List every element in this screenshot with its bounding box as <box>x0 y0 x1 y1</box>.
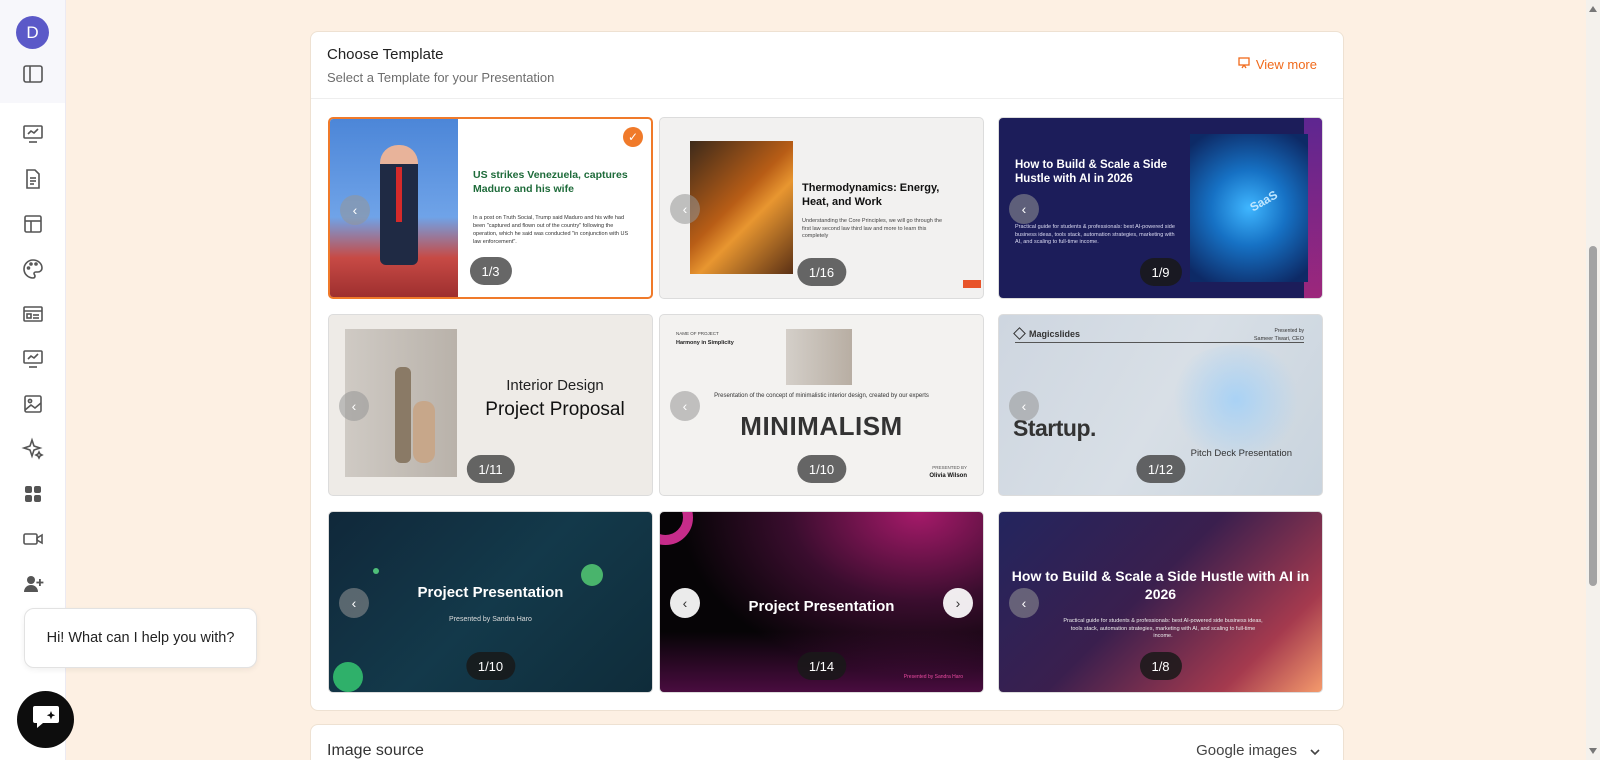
presentation-icon[interactable] <box>21 122 45 146</box>
template-photo <box>786 329 852 385</box>
palette-icon[interactable] <box>21 257 45 281</box>
template-presented-by: Presented by <box>1274 328 1304 334</box>
next-slide-button[interactable]: › <box>943 588 973 618</box>
add-user-icon[interactable] <box>21 572 45 596</box>
template-body: In a post on Truth Social, Trump said Ma… <box>473 215 629 245</box>
previous-slide-button[interactable]: ‹ <box>340 195 370 225</box>
chat-icon <box>31 703 61 736</box>
chart-icon[interactable] <box>21 347 45 371</box>
image-source-card[interactable]: Image source Google images <box>310 724 1344 760</box>
tie-shape <box>396 167 402 222</box>
previous-slide-button[interactable]: ‹ <box>670 588 700 618</box>
slide-counter: 1/16 <box>796 258 847 286</box>
card-subtitle: Select a Template for your Presentation <box>327 70 555 85</box>
image-source-select[interactable]: Google images <box>1196 742 1297 759</box>
page-scrollbar[interactable] <box>1586 0 1600 760</box>
template-tile[interactable]: How to Build & Scale a Side Hustle with … <box>998 117 1323 299</box>
sidebar-top: D <box>0 0 65 103</box>
choose-template-card: Choose Template Select a Template for yo… <box>310 31 1344 711</box>
sparkle-icon[interactable] <box>21 437 45 461</box>
slide-counter: 1/3 <box>469 257 512 285</box>
previous-slide-button[interactable]: ‹ <box>1009 588 1039 618</box>
scroll-down-arrow[interactable] <box>1589 748 1597 754</box>
decor-circle <box>333 662 363 692</box>
chat-launcher-button[interactable] <box>17 691 74 748</box>
template-tile[interactable]: Interior Design Project Proposal ‹ 1/11 <box>328 314 653 496</box>
card-header: Choose Template Select a Template for yo… <box>311 32 1343 99</box>
card-title: Choose Template <box>327 46 444 63</box>
view-more-label: View more <box>1255 57 1317 72</box>
previous-slide-button[interactable]: ‹ <box>339 391 369 421</box>
template-subtitle: Pitch Deck Presentation <box>1190 448 1292 459</box>
previous-slide-button[interactable]: ‹ <box>1009 194 1039 224</box>
template-photo <box>1190 134 1308 282</box>
logo-icon <box>1013 327 1026 340</box>
template-logo: Magicslides <box>1029 329 1081 339</box>
template-title: MINIMALISM <box>740 411 903 441</box>
scroll-thumb[interactable] <box>1589 246 1597 586</box>
slide-counter: 1/10 <box>796 455 847 483</box>
previous-slide-button[interactable]: ‹ <box>670 391 700 421</box>
layout-icon[interactable] <box>21 212 45 236</box>
template-body: Practical guide for students & professio… <box>1063 618 1263 640</box>
template-tile[interactable]: Magicslides Presented by Sameer Tiwari, … <box>998 314 1323 496</box>
slide-counter: 1/8 <box>1139 652 1182 680</box>
selected-check-icon: ✓ <box>623 127 643 147</box>
template-title: Project Presentation <box>417 584 564 601</box>
template-title: Thermodynamics: Energy, Heat, and Work <box>802 182 940 209</box>
template-description: Presentation of the concept of minimalis… <box>714 393 929 399</box>
template-title: Project Presentation <box>748 598 895 615</box>
chevron-down-icon[interactable] <box>1309 745 1321 757</box>
decor-ring <box>660 512 693 545</box>
previous-slide-button[interactable]: ‹ <box>339 588 369 618</box>
previous-slide-button[interactable]: ‹ <box>1009 391 1039 421</box>
decor-blob <box>1166 345 1306 455</box>
template-title: How to Build & Scale a Side Hustle with … <box>1011 568 1310 602</box>
template-tile[interactable]: NAME OF PROJECT Harmony in Simplicity Pr… <box>659 314 984 496</box>
slide-counter: 1/10 <box>465 652 516 680</box>
vase-shape <box>395 367 411 463</box>
apps-icon[interactable] <box>21 482 45 506</box>
template-title: How to Build & Scale a Side Hustle with … <box>1015 159 1168 186</box>
slides-icon[interactable] <box>21 302 45 326</box>
image-icon[interactable] <box>21 392 45 416</box>
presentation-icon <box>1238 57 1250 72</box>
previous-slide-button[interactable]: ‹ <box>670 194 700 224</box>
decor-dot <box>373 568 379 574</box>
template-presented-by: Presented by Sandra Haro <box>903 674 963 680</box>
view-more-link[interactable]: View more <box>1238 57 1317 72</box>
template-subtitle: Presented by Sandra Haro <box>449 616 532 623</box>
image-source-label: Image source <box>327 742 424 759</box>
template-tile[interactable]: Thermodynamics: Energy, Heat, and Work U… <box>659 117 984 299</box>
template-body: Practical guide for students & professio… <box>1015 224 1175 246</box>
video-icon[interactable] <box>21 527 45 551</box>
template-title: US strikes Venezuela, captures Maduro an… <box>473 169 628 195</box>
slide-counter: 1/14 <box>796 652 847 680</box>
template-tag <box>963 280 981 288</box>
template-project-name: Harmony in Simplicity <box>676 340 734 346</box>
slide-counter: 1/9 <box>1139 258 1182 286</box>
avatar[interactable]: D <box>16 16 49 49</box>
scroll-up-arrow[interactable] <box>1589 6 1597 12</box>
template-tile[interactable]: Project Presentation Presented by Sandra… <box>659 511 984 693</box>
decor-circle <box>581 564 603 586</box>
slide-counter: 1/11 <box>466 455 515 483</box>
panel-toggle-icon[interactable] <box>23 65 43 83</box>
template-tile[interactable]: US strikes Venezuela, captures Maduro an… <box>328 117 653 299</box>
chat-greeting-bubble[interactable]: Hi! What can I help you with? <box>24 608 257 668</box>
template-author: Olivia Wilson <box>929 473 967 479</box>
template-subtitle: Interior Design <box>506 377 604 394</box>
template-body: Understanding the Core Principles, we wi… <box>802 218 943 240</box>
vase-shape <box>413 401 435 463</box>
template-tile[interactable]: Project Presentation Presented by Sandra… <box>328 511 653 693</box>
template-presented-by: PRESENTED BY <box>932 465 967 470</box>
template-label: NAME OF PROJECT <box>676 331 719 336</box>
slide-counter: 1/12 <box>1135 455 1186 483</box>
template-tile[interactable]: How to Build & Scale a Side Hustle with … <box>998 511 1323 693</box>
divider <box>1015 342 1304 343</box>
document-icon[interactable] <box>21 167 45 191</box>
template-title: Project Proposal <box>485 399 625 420</box>
template-photo <box>690 141 793 274</box>
